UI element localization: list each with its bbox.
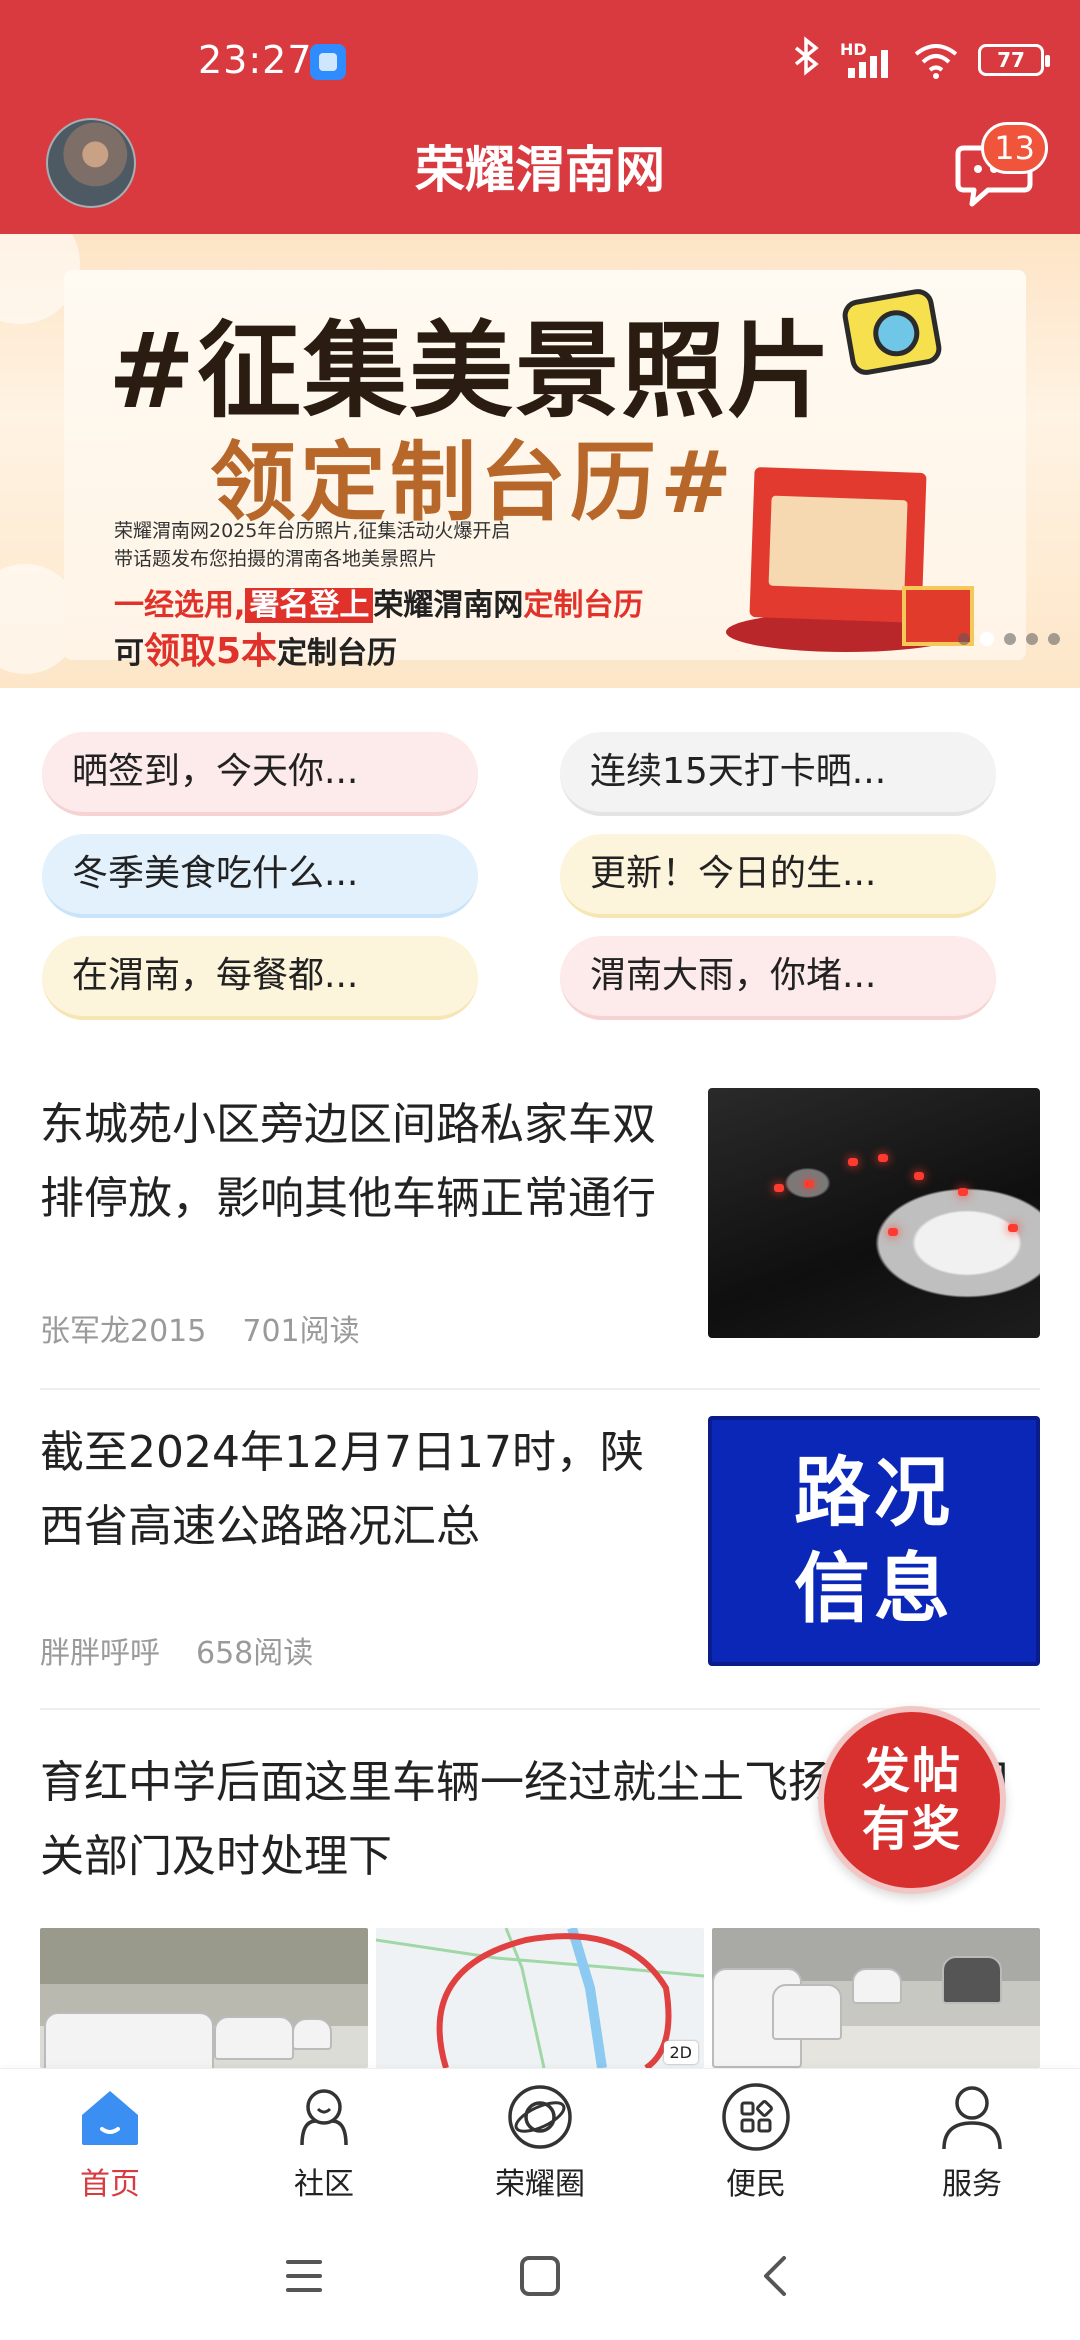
pagination-dot [1004,633,1016,645]
thumbnail-text: 路况 [794,1448,954,1537]
page-title: 荣耀渭南网 [415,141,665,199]
tab-label: 首页 [80,2167,140,2202]
person-icon [942,2086,1002,2150]
pagination-dot [958,633,970,645]
post-reward-button[interactable]: 发帖 有奖 [818,1706,1006,1894]
thumbnail-text: 信息 [794,1544,954,1633]
top-bar: 23:27 HD 77 荣耀渭南网 13 [0,0,1080,234]
battery-icon: 77 [978,44,1050,76]
topic-chip[interactable]: 冬季美食吃什么... [42,834,478,918]
tab-label: 便民 [726,2167,786,2202]
topic-chip[interactable]: 晒签到，今天你... [42,732,478,816]
banner-line: 荣耀渭南网2025年台历照片,征集活动火爆开启 [114,520,511,542]
banner-text: 可 [114,636,144,671]
news-thumbnail [708,1088,1040,1338]
banner-line: 可领取5本定制台历 [114,622,397,674]
community-icon [300,2089,348,2146]
planet-icon [508,2085,572,2149]
map-2d-tag: 2D [663,2041,698,2064]
banner-highlight: 署名登上 [245,588,374,623]
news-reads: 701阅读 [242,1314,360,1349]
promo-text: 有奖 [861,1801,962,1857]
promo-text: 发帖 [861,1743,962,1799]
messages-button[interactable]: 13 [954,122,1048,212]
news-author: 张军龙2015 [40,1314,207,1349]
banner-text: 荣耀渭南网 [373,588,524,623]
news-photo-map: 2D [376,1928,704,2068]
tab-community[interactable]: 社区 [244,2081,404,2205]
home-icon [82,2091,138,2145]
tab-label: 社区 [294,2167,354,2202]
banner-text: 定制台历 [277,636,398,671]
news-photo [712,1928,1040,2068]
status-icons: HD 77 [792,35,1050,80]
app-header: 荣耀渭南网 13 [0,110,1080,234]
tab-convenience[interactable]: 便民 [676,2081,836,2205]
wifi-icon [912,40,960,80]
calendar-image [749,467,927,623]
system-nav-bar [0,2210,1080,2340]
topic-chip[interactable]: 在渭南，每餐都... [42,936,478,1020]
news-reads: 658阅读 [196,1636,314,1671]
news-photo [40,1928,368,2068]
tab-label: 服务 [942,2167,1002,2202]
banner-line: 带话题发布您拍摄的渭南各地美景照片 [114,548,438,570]
news-title: 截至2024年12月7日17时，陕西省高速公路路况汇总 [40,1427,644,1552]
back-icon[interactable] [746,2248,806,2304]
home-square-icon[interactable] [510,2248,570,2304]
news-item[interactable]: 东城苑小区旁边区间路私家车双排停放，影响其他车辆正常通行 张军龙2015 701阅… [40,1088,1040,1349]
news-title: 东城苑小区旁边区间路私家车双排停放，影响其他车辆正常通行 [40,1099,656,1224]
signal-icon: HD [840,40,894,80]
status-bar: 23:27 HD 77 [0,0,1080,110]
promo-banner[interactable]: #征集美景照片 领定制台历# 荣耀渭南网2025年台历照片,征集活动火爆开启 带… [0,234,1080,688]
news-meta: 张军龙2015 701阅读 [40,1306,360,1350]
tab-home[interactable]: 首页 [30,2081,190,2205]
topic-chip[interactable]: 更新！今日的生... [560,834,996,918]
news-meta: 胖胖呼呼 658阅读 [40,1628,313,1672]
topic-chip[interactable]: 连续15天打卡晒... [560,732,996,816]
banner-pagination[interactable] [958,632,1060,646]
news-photo-grid[interactable]: 2D [40,1928,1040,2068]
banner-text: 一经选用, [114,588,246,623]
grid-icon [722,2083,790,2151]
news-item[interactable]: 截至2024年12月7日17时，陕西省高速公路路况汇总 胖胖呼呼 658阅读 路况… [40,1416,1040,1671]
news-author: 胖胖呼呼 [40,1636,160,1671]
divider [40,1388,1040,1390]
message-count-badge: 13 [981,122,1048,174]
topic-chip[interactable]: 渭南大雨，你堵... [560,936,996,1020]
banner-line: 一经选用, 署名登上 荣耀渭南网定制台历 [114,580,643,624]
pagination-dot [1026,633,1038,645]
app-notification-icon [310,44,346,80]
menu-icon[interactable] [274,2248,334,2304]
bluetooth-icon [792,35,822,85]
status-time: 23:27 [198,38,313,82]
banner-text: 领取5本 [144,631,278,672]
tab-services[interactable]: 服务 [892,2081,1052,2205]
pagination-dot-active [980,632,994,646]
camera-icon [840,286,944,378]
news-thumbnail: 路况 信息 [708,1416,1040,1666]
pagination-dot [1048,633,1060,645]
battery-level: 77 [997,48,1025,72]
banner-text: 定制台历 [523,588,644,623]
tab-honor-circle[interactable]: 荣耀圈 [460,2081,620,2205]
bottom-tab-bar: 首页 社区 荣耀圈 便民 服务 [0,2068,1080,2210]
tab-label: 荣耀圈 [495,2167,585,2202]
